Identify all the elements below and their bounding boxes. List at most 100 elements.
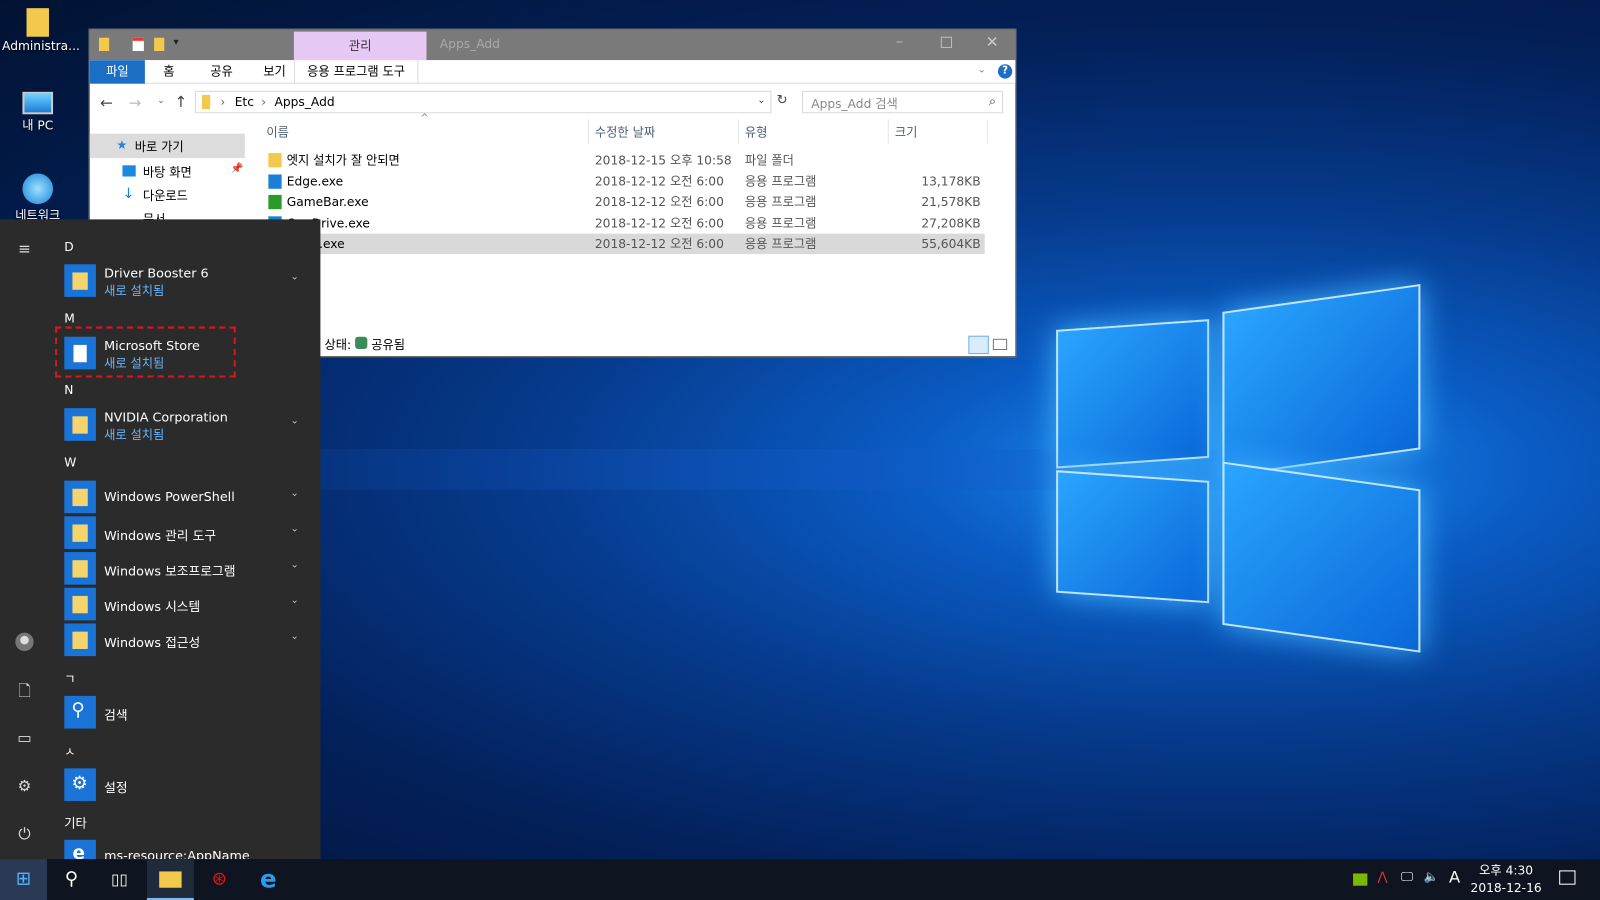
file-row[interactable]: OneDrive.exe 2018-12-12 오전 6:00 응용 프로그램 … — [265, 213, 984, 233]
volume-icon[interactable]: 🔈 — [1423, 869, 1438, 883]
search-icon: ⌕ — [989, 93, 996, 109]
start-app-item[interactable]: Windows 시스템 ⌄ — [64, 587, 309, 621]
file-size: 21,578KB — [921, 194, 981, 210]
address-bar[interactable]: › Etc › Apps_Add ⌄ — [194, 90, 772, 114]
task-view-button[interactable]: ▯▯ — [96, 859, 143, 900]
new-folder-icon[interactable] — [154, 37, 165, 52]
desktop-icon-network[interactable]: 네트워크 — [2, 173, 73, 223]
chevron-down-icon[interactable]: ⌄ — [290, 415, 299, 426]
folder-icon — [72, 560, 88, 578]
action-center-icon[interactable] — [1559, 870, 1576, 885]
recent-locations-icon[interactable]: ⌄ — [157, 96, 165, 106]
group-letter[interactable]: 기타 — [64, 814, 87, 831]
file-type: 응용 프로그램 — [744, 173, 817, 189]
tab-view[interactable]: 보기 — [251, 60, 298, 83]
column-name[interactable]: 이름 — [266, 123, 289, 140]
power-icon[interactable]: ⏻ — [14, 824, 34, 844]
search-box[interactable]: Apps_Add 검색 ⌕ — [802, 90, 1004, 114]
user-account-icon[interactable]: ● — [15, 632, 34, 652]
expand-ribbon-icon[interactable]: ⌄ — [978, 64, 987, 75]
breadcrumb-etc[interactable]: Etc — [235, 95, 254, 109]
group-letter[interactable]: N — [64, 383, 73, 397]
column-size[interactable]: 크기 — [887, 119, 988, 144]
chevron-down-icon[interactable]: ⌄ — [290, 631, 299, 642]
up-button[interactable]: ↑ — [174, 93, 187, 111]
help-icon[interactable]: ? — [997, 64, 1013, 79]
refresh-icon[interactable]: ↻ — [777, 93, 788, 108]
taskbar-file-explorer[interactable] — [146, 859, 194, 900]
start-button[interactable]: ⊞ — [0, 859, 47, 900]
column-date-modified[interactable]: 수정한 날짜 — [587, 119, 661, 144]
start-app-item[interactable]: Driver Booster 6 새로 설치됨 ⌄ — [64, 264, 309, 298]
search-input[interactable]: Apps_Add 검색 — [811, 95, 898, 112]
desktop-icon-this-pc[interactable]: 내 PC — [2, 91, 73, 134]
quick-access-dropdown-icon[interactable]: ▾ — [173, 37, 178, 48]
title-bar: ▾ 관리 Apps_Add – ✕ — [89, 29, 1016, 61]
chevron-down-icon[interactable]: ⌄ — [290, 523, 299, 534]
file-row[interactable]: Store.exe 2018-12-12 오전 6:00 응용 프로그램 55,… — [265, 233, 985, 255]
contextual-tab-manage[interactable]: 관리 — [293, 31, 427, 61]
start-menu: ≡ ● 🗋 ▭ ⚙ ⏻ D Driver Booster 6 새로 설치됨 ⌄ M… — [0, 219, 321, 860]
start-app-item[interactable]: NVIDIA Corporation 새로 설치됨 ⌄ — [64, 408, 309, 442]
file-row[interactable]: 엣지 설치가 잘 안되면 2018-12-15 오후 10:58 파일 폴더 — [265, 150, 984, 170]
chevron-down-icon[interactable]: ⌄ — [290, 559, 299, 570]
app-name: ms-resource:AppName — [104, 847, 250, 860]
hamburger-menu-icon[interactable]: ≡ — [14, 240, 34, 260]
back-button[interactable]: ← — [100, 94, 113, 112]
folder-icon — [72, 595, 88, 614]
large-icons-view-button[interactable] — [992, 338, 1008, 350]
pin-icon: 📌 — [230, 163, 244, 175]
details-view-button[interactable] — [968, 335, 989, 355]
clock[interactable]: 오후 4:30 2018-12-16 — [1469, 862, 1542, 897]
taskbar-internet-explorer[interactable]: e — [245, 859, 292, 900]
pictures-icon[interactable]: ▭ — [14, 729, 34, 749]
address-dropdown-icon[interactable]: ⌄ — [757, 95, 766, 106]
status-bar: 상태: 공유됨 — [324, 336, 405, 353]
start-app-item[interactable]: Windows 보조프로그램 ⌄ — [64, 552, 309, 585]
maximize-button[interactable] — [940, 36, 953, 48]
file-date: 2018-12-12 오전 6:00 — [594, 236, 724, 252]
column-type[interactable]: 유형 — [737, 119, 774, 144]
breadcrumb-apps-add[interactable]: Apps_Add — [274, 95, 334, 109]
file-row[interactable]: Edge.exe 2018-12-12 오전 6:00 응용 프로그램 13,1… — [265, 171, 984, 191]
chevron-down-icon[interactable]: ⌄ — [290, 595, 299, 606]
group-letter[interactable]: D — [64, 240, 73, 254]
settings-gear-icon[interactable]: ⚙ — [14, 777, 34, 797]
properties-icon[interactable] — [132, 37, 144, 52]
desktop-icon-administrator[interactable]: Administra... — [2, 8, 80, 53]
documents-icon[interactable]: 🗋 — [14, 681, 34, 701]
group-letter[interactable]: ㅅ — [64, 743, 75, 760]
start-app-item[interactable]: ⚲ 검색 — [64, 695, 309, 729]
taskbar-driver-booster[interactable]: ⊛ — [196, 859, 243, 900]
start-app-item[interactable]: ⚙ 설정 — [64, 768, 309, 802]
nav-item-downloads[interactable]: ↓ 다운로드 — [90, 184, 245, 206]
forward-button[interactable]: → — [129, 94, 142, 112]
tab-application-tools[interactable]: 응용 프로그램 도구 — [293, 60, 419, 84]
nav-item-quick-access[interactable]: ★ 바로 가기 — [89, 133, 245, 159]
download-icon: ↓ — [122, 185, 135, 203]
search-button[interactable]: ⚲ — [48, 859, 95, 900]
group-letter[interactable]: W — [64, 455, 76, 469]
chevron-down-icon[interactable]: ⌄ — [290, 488, 299, 499]
close-button[interactable]: ✕ — [986, 33, 999, 51]
minimize-button[interactable]: – — [896, 34, 903, 50]
network-tray-icon[interactable]: 🖵 — [1401, 869, 1413, 884]
start-app-item[interactable]: Windows 접근성 ⌄ — [64, 623, 309, 657]
app-tile — [64, 587, 96, 621]
group-letter[interactable]: M — [64, 311, 75, 325]
nvidia-tray-icon[interactable] — [1353, 873, 1368, 886]
tray-app-icon[interactable]: ⋀ — [1378, 869, 1388, 883]
start-app-item[interactable]: Windows 관리 도구 ⌄ — [64, 516, 309, 549]
ime-indicator[interactable]: A — [1449, 867, 1460, 886]
start-app-item[interactable]: Windows PowerShell ⌄ — [64, 480, 309, 514]
tab-file[interactable]: 파일 — [89, 60, 145, 84]
file-row[interactable]: GameBar.exe 2018-12-12 오전 6:00 응용 프로그램 2… — [265, 192, 984, 212]
tab-home[interactable]: 홈 — [151, 60, 187, 83]
app-name: Windows 접근성 — [104, 634, 201, 650]
start-app-item[interactable]: e ms-resource:AppName — [64, 839, 309, 860]
nav-item-desktop[interactable]: 바탕 화면 📌 — [90, 160, 245, 182]
group-letter[interactable]: ㄱ — [64, 670, 75, 687]
app-name: 검색 — [104, 707, 128, 723]
tab-share[interactable]: 공유 — [198, 60, 245, 83]
chevron-down-icon[interactable]: ⌄ — [290, 271, 299, 282]
